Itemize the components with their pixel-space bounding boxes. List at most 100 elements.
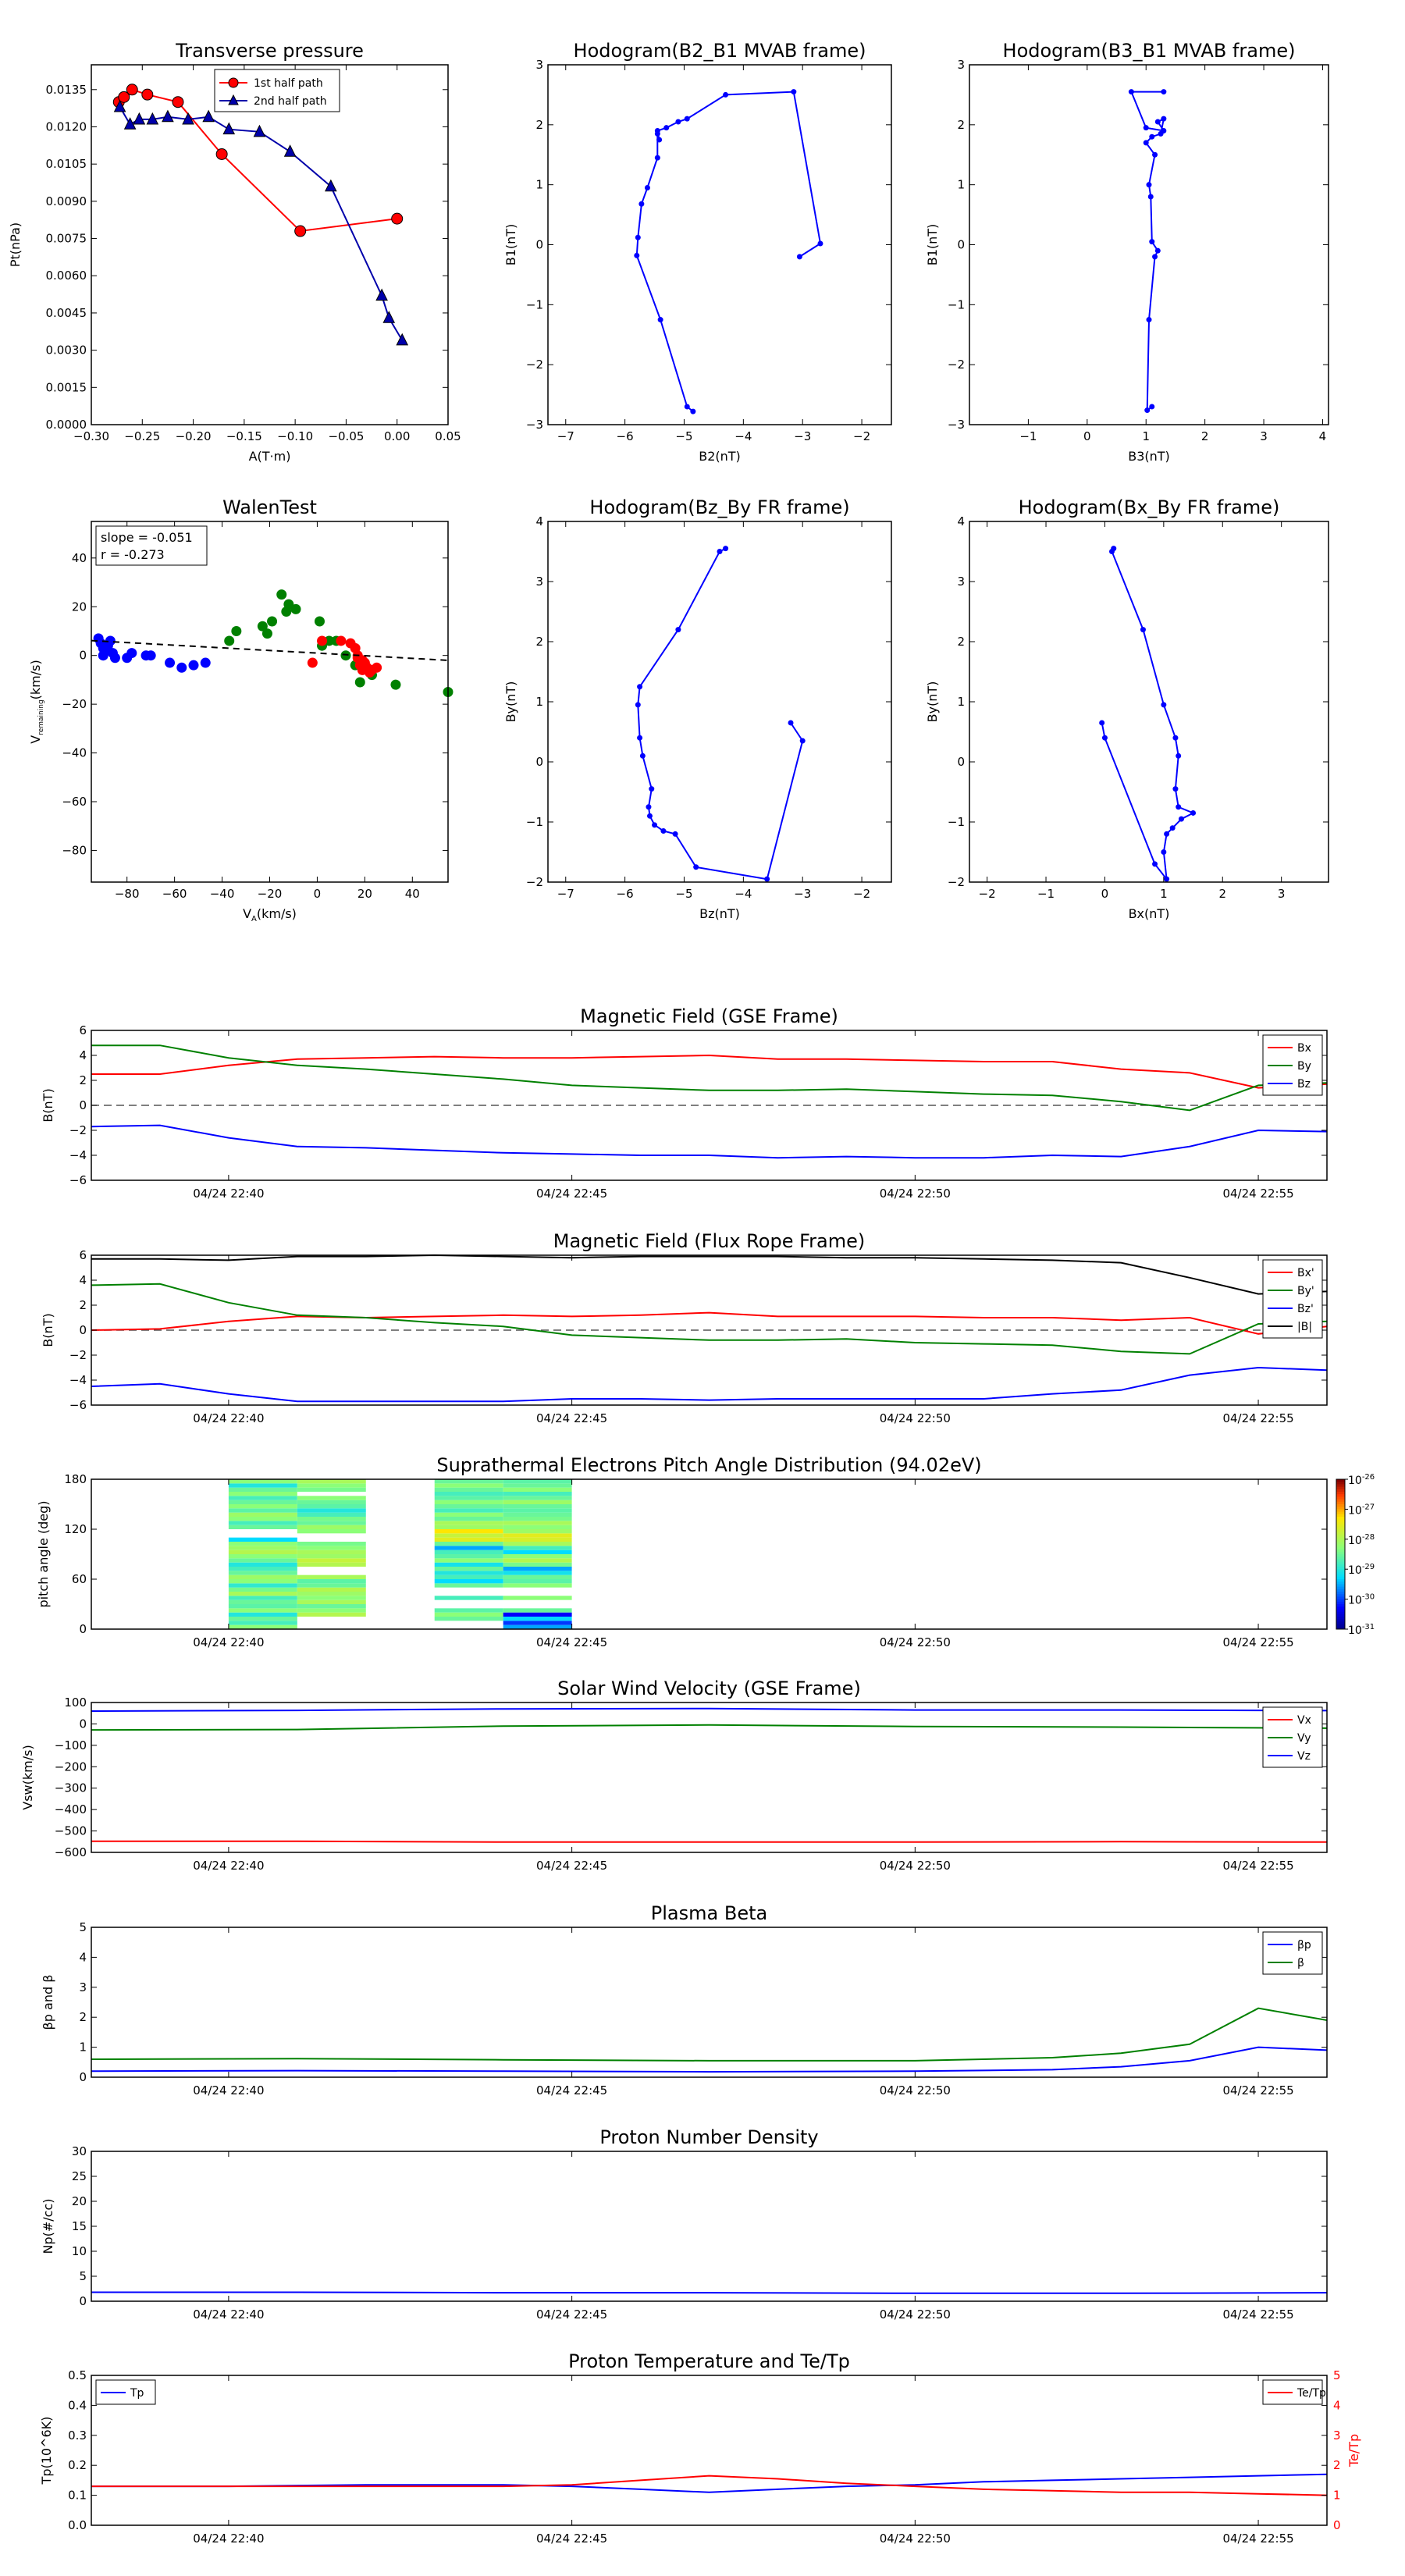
y-axis-label: βp and β (41, 1975, 55, 2030)
heatmap-cell (228, 1554, 297, 1559)
heatmap-cell (228, 1612, 297, 1617)
heatmap-cell (297, 1542, 366, 1546)
legend-label: Bx' (1297, 1267, 1314, 1279)
data-point (1108, 549, 1115, 554)
y-axis-label: Pt(nPa) (8, 222, 23, 267)
heatmap-cell (503, 1554, 572, 1559)
x-tick-label: 0.00 (384, 429, 410, 443)
heatmap-cell (503, 1558, 572, 1563)
colorbar-segment (1336, 1582, 1345, 1585)
colorbar-segment (1336, 1569, 1345, 1572)
data-point (723, 91, 729, 98)
y-tick-label: 1 (957, 695, 965, 709)
data-point (1176, 753, 1182, 759)
y-tick-label: 30 (72, 2144, 87, 2158)
data-point (764, 876, 770, 882)
colorbar-segment (1336, 1509, 1345, 1513)
heatmap-cell (297, 1604, 366, 1609)
heatmap-cell (228, 1587, 297, 1592)
data-point (723, 546, 729, 552)
data-point (261, 628, 272, 639)
heatmap-cell (503, 1492, 572, 1496)
heatmap-cell (434, 1579, 503, 1584)
y-tick-label: 40 (72, 551, 87, 565)
data-point (1149, 239, 1155, 245)
y-tick-label: 0.0105 (46, 157, 87, 171)
x-tick-label: 04/24 22:45 (536, 2307, 607, 2322)
x-tick-label: 0 (1101, 887, 1109, 901)
heatmap-cell (503, 1624, 572, 1629)
data-point (1152, 151, 1158, 158)
data-point (391, 212, 404, 225)
y-tick-label: 15 (72, 2219, 87, 2233)
data-point (1128, 89, 1134, 95)
colorbar-label: 10-28 (1348, 1533, 1375, 1547)
y-tick-label: 1 (535, 178, 543, 192)
colorbar-segment (1336, 1574, 1345, 1578)
heatmap-cell (228, 1599, 297, 1604)
heatmap-cell (297, 1504, 366, 1509)
heatmap-cell (434, 1487, 503, 1492)
y-tick-label: 0.0060 (46, 269, 87, 283)
y-tick-label: 0.0075 (46, 232, 87, 246)
legend-label: By' (1297, 1285, 1314, 1297)
y-tick-label: −80 (62, 843, 87, 857)
chart-title: Transverse pressure (175, 40, 364, 62)
data-point (396, 333, 409, 346)
legend-label: Vz (1297, 1750, 1311, 1763)
heatmap-cell (434, 1521, 503, 1525)
data-point (690, 408, 696, 415)
heatmap-cell (434, 1574, 503, 1579)
series-line (1101, 548, 1196, 882)
data-point (165, 657, 176, 668)
x-axis-label: B3(nT) (1128, 449, 1170, 464)
heatmap-cell (297, 1550, 366, 1554)
y-tick-label: 2 (79, 1073, 87, 1087)
y-tick-label: 1 (535, 695, 543, 709)
y-tick-label: 0 (79, 2070, 87, 2084)
x-tick-label: 04/24 22:45 (536, 2083, 607, 2097)
heatmap-cell (503, 1542, 572, 1546)
data-point (390, 679, 401, 690)
x-tick-label: 04/24 22:50 (880, 1187, 951, 1201)
x-tick-label: −1 (1019, 429, 1037, 443)
heatmap-cell (228, 1604, 297, 1609)
x-tick-label: −3 (794, 429, 811, 443)
x-tick-label: 3 (1260, 429, 1268, 443)
heatmap-cell (503, 1550, 572, 1554)
heatmap-cell (297, 1592, 366, 1596)
data-point (1152, 254, 1158, 260)
y-tick-label: 20 (72, 600, 87, 614)
data-point (799, 738, 806, 744)
data-point (283, 144, 297, 157)
colorbar-segment (1336, 1596, 1345, 1600)
x-tick-label: 04/24 22:50 (880, 2532, 951, 2546)
chart-bfr: Magnetic Field (Flux Rope Frame) −6 −4 −2 0 2… (41, 1230, 1328, 1425)
colorbar-segment (1336, 1606, 1345, 1610)
plot-frame (547, 64, 892, 425)
plot-frame (91, 521, 449, 883)
x-tick-label: −5 (675, 887, 692, 901)
data-point (372, 662, 382, 673)
chart-title: Solar Wind Velocity (GSE Frame) (557, 1678, 861, 1699)
y-tick-label: 5 (79, 2269, 87, 2283)
x-tick-label: −6 (617, 887, 634, 901)
heatmap-cell (503, 1487, 572, 1492)
colorbar-segment (1336, 1514, 1345, 1517)
heatmap-cell (434, 1562, 503, 1567)
heatmap-cell (503, 1508, 572, 1513)
y-tick-label: 5 (79, 1920, 87, 1934)
annotation-r: r = -0.273 (101, 547, 165, 562)
data-point (141, 88, 154, 101)
y-tick-label: 0.0030 (46, 343, 87, 358)
x-tick-label: 04/24 22:40 (193, 2307, 264, 2322)
colorbar-segment (1336, 1532, 1345, 1535)
data-point (657, 317, 663, 323)
heatmap-cell (434, 1558, 503, 1563)
plot-frame (969, 64, 1329, 425)
heatmap-cell (434, 1550, 503, 1554)
data-point (1172, 735, 1179, 741)
heatmap-cell (434, 1537, 503, 1542)
y-tick-label: 0 (535, 238, 543, 252)
x-tick-label: 04/24 22:55 (1222, 2307, 1293, 2322)
